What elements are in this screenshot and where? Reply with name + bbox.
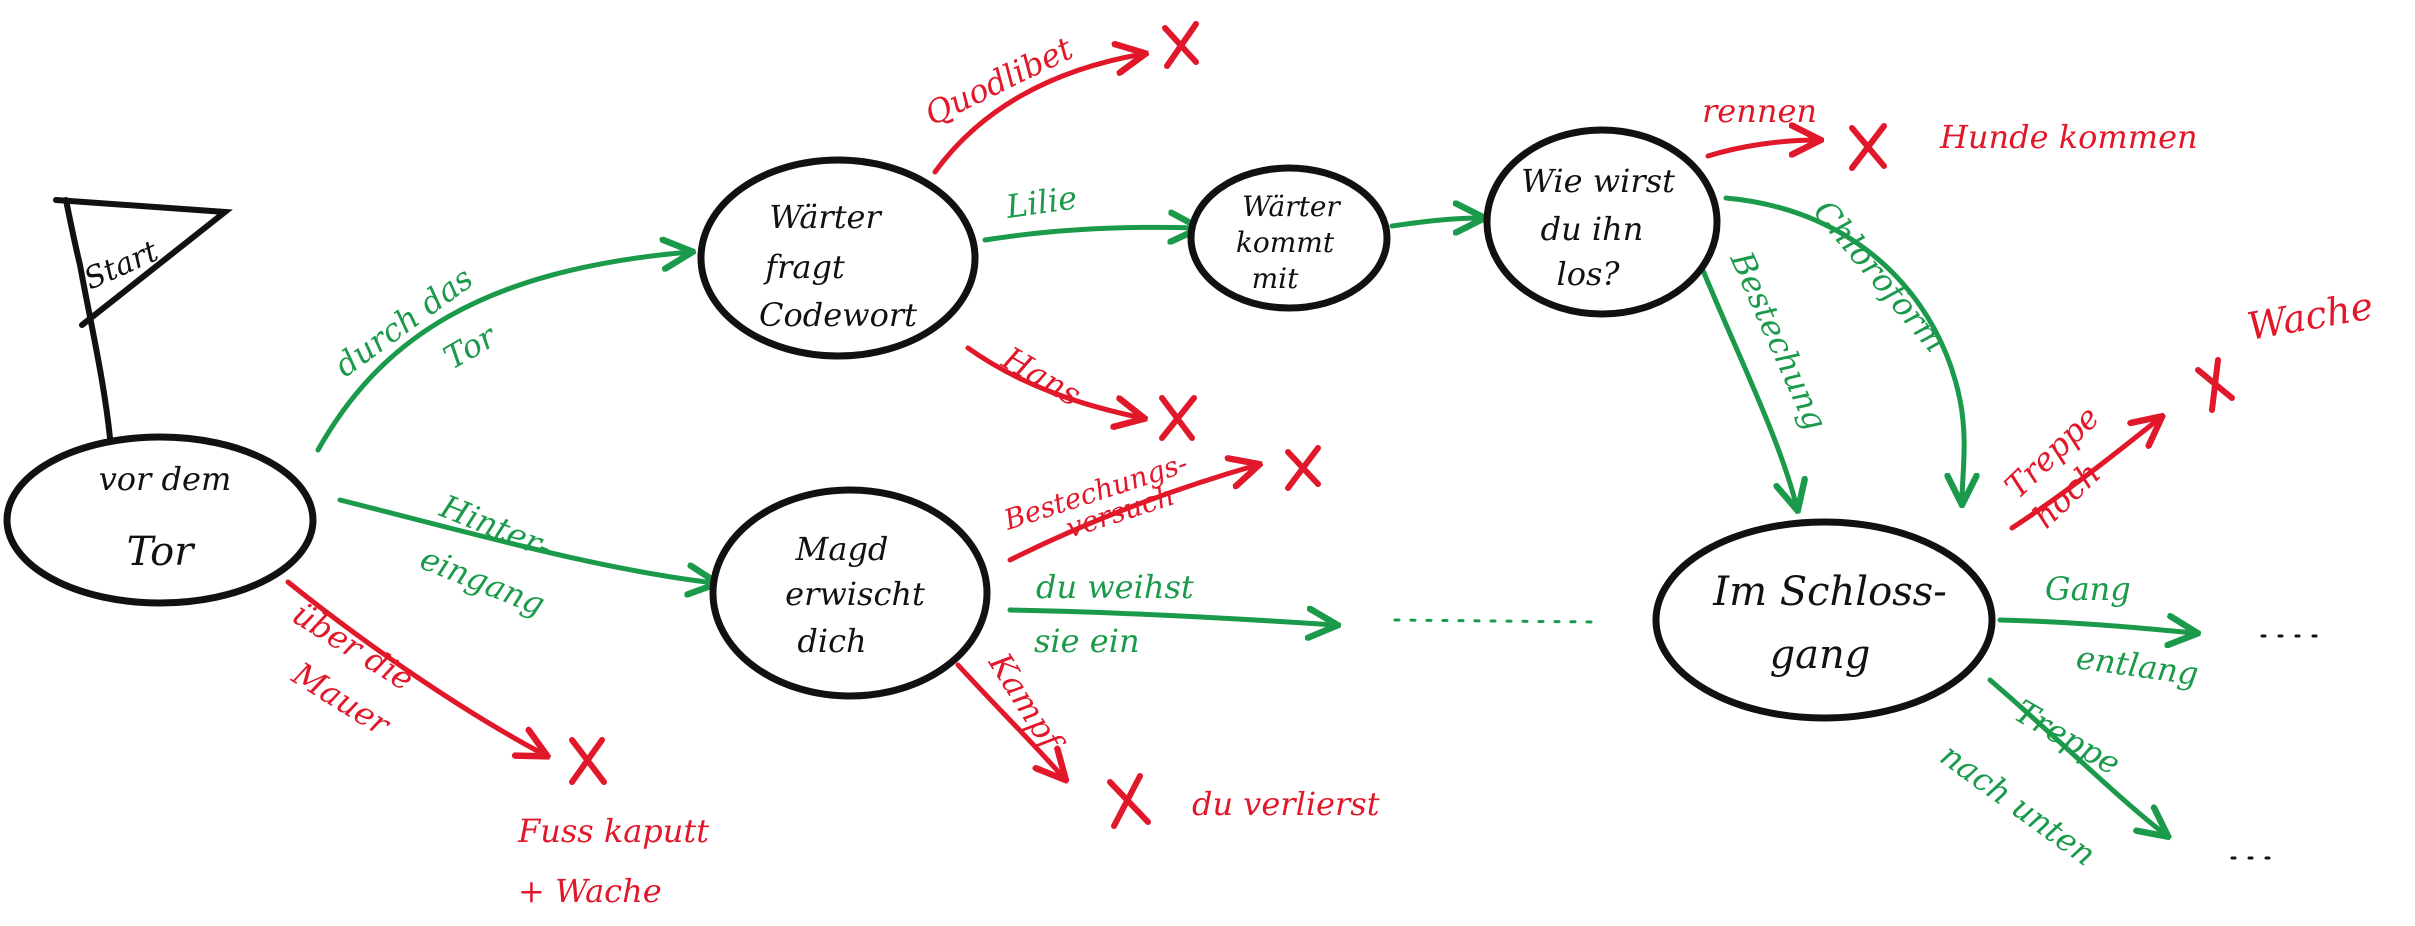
edge-label-lilie: Lilie xyxy=(1003,178,1079,226)
start-flag: Start xyxy=(53,197,233,441)
cross-bestechungsversuch xyxy=(1285,445,1321,491)
edge-label-entlang: entlang xyxy=(2074,638,2201,693)
edge-kommt-to-wie-arrow xyxy=(1389,218,1482,226)
edge-lilie: Lilie xyxy=(982,178,1197,240)
edge-du-weihst: du weihst sie ein xyxy=(1007,568,1597,660)
node-waerter-fragt-line-1: Wärter xyxy=(769,198,882,236)
cross-kampf xyxy=(1107,773,1151,829)
edge-label-gang: Gang xyxy=(2045,570,2131,608)
edge-kampf: Kampf xyxy=(955,645,1072,778)
node-magd: Magd erwischt dich xyxy=(709,486,991,700)
edge-rennen: rennen xyxy=(1702,92,1818,159)
node-waerter-fragt: Wärter fragt Codewort xyxy=(697,156,979,360)
edge-label-bestechung: Bestechung xyxy=(1722,245,1835,436)
edge-bestechung: Bestechung xyxy=(1699,245,1835,508)
edge-hans: Hans xyxy=(965,339,1142,418)
edge-bestechungsversuch: Bestechungs- versuch xyxy=(999,446,1257,563)
outcome-fuss-kaputt: Fuss kaputt xyxy=(517,812,709,850)
flag-label: Start xyxy=(79,234,164,298)
edge-gang-entlang-arrow xyxy=(1997,620,2195,633)
node-waerter-kommt-line-1: Wärter xyxy=(1242,190,1341,223)
edge-label-chloroform: Chloroform xyxy=(1806,193,1955,360)
node-waerter-fragt-line-2: fragt xyxy=(763,248,845,286)
edge-treppe-nach-unten: Treppe nach unten xyxy=(1933,677,2282,873)
node-waerter-kommt-line-3: mit xyxy=(1252,262,1300,295)
outcome-du-verlierst: du verlierst xyxy=(1192,785,1380,823)
node-schlossgang-line-1: Im Schloss- xyxy=(1712,569,1946,615)
node-vor-dem-tor-line-1: vor dem xyxy=(99,460,232,498)
node-magd-line-3: dich xyxy=(797,622,866,660)
story-flow-diagram: Start durch das Tor Hinter- eingang Lili… xyxy=(3,21,2376,910)
edge-label-rennen: rennen xyxy=(1702,92,1817,130)
edge-gang-entlang: Gang entlang xyxy=(1997,570,2322,693)
node-schlossgang-line-2: gang xyxy=(1770,632,1871,678)
cross-treppe-hoch xyxy=(2195,357,2235,413)
edge-label-treppe-unten: Treppe xyxy=(2008,692,2127,783)
node-wie-wirst-line-3: los? xyxy=(1556,255,1620,293)
node-vor-dem-tor-line-2: Tor xyxy=(127,529,197,575)
node-waerter-fragt-line-3: Codewort xyxy=(759,296,917,334)
outcome-wache-1: + Wache xyxy=(518,872,662,910)
node-waerter-kommt: Wärter kommt mit xyxy=(1187,164,1391,312)
continuation-dots-1 xyxy=(1393,618,1597,624)
node-magd-line-2: erwischt xyxy=(785,575,925,613)
cross-hans xyxy=(1159,395,1197,441)
cross-quodlibet xyxy=(1162,21,1199,69)
cross-rennen xyxy=(1849,123,1887,171)
edge-kommt-to-wie xyxy=(1389,218,1482,226)
edge-label-hans: Hans xyxy=(995,339,1088,414)
edge-label-du-weihst: du weihst xyxy=(1036,568,1194,606)
edge-label-sie-ein: sie ein xyxy=(1034,622,1140,660)
node-magd-line-1: Magd xyxy=(795,530,889,568)
cross-mauer xyxy=(569,737,607,785)
edge-quodlibet: Quodlibet xyxy=(919,29,1143,175)
edge-label-tor: Tor xyxy=(437,316,504,376)
edge-hintereingang: Hinter- eingang xyxy=(337,487,715,623)
outcome-hunde-kommen: Hunde kommen xyxy=(1939,118,2198,156)
edge-lilie-arrow xyxy=(982,227,1197,240)
node-waerter-kommt-line-2: kommt xyxy=(1236,226,1335,259)
node-schlossgang: Im Schloss- gang xyxy=(1652,518,1996,722)
edge-rennen-arrow xyxy=(1705,140,1818,159)
edge-durch-das-tor: durch das Tor xyxy=(315,252,690,453)
node-vor-dem-tor: vor dem Tor xyxy=(3,433,317,607)
node-wie-wirst: Wie wirst du ihn los? xyxy=(1483,126,1721,318)
node-wie-wirst-line-1: Wie wirst xyxy=(1521,162,1675,200)
outcome-wache-2: Wache xyxy=(2244,284,2376,349)
node-wie-wirst-line-2: du ihn xyxy=(1541,210,1644,248)
edge-treppe-hoch: Treppe hoch xyxy=(1997,398,2160,536)
